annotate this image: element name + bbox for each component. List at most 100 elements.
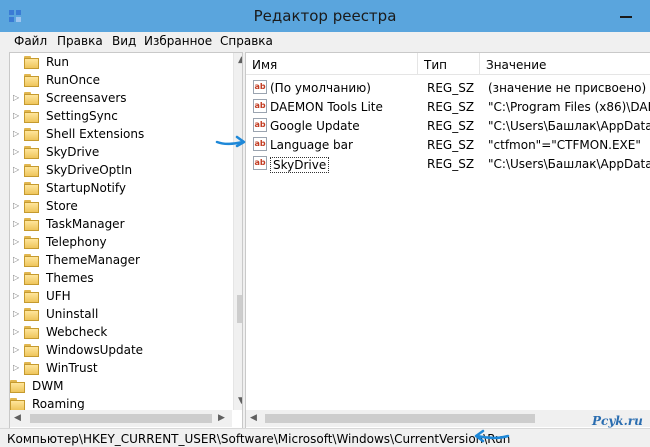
folder-icon (24, 325, 39, 339)
tree-item-label: UFH (46, 289, 71, 303)
minimize-button[interactable] (606, 3, 646, 25)
value-type: REG_SZ (427, 157, 475, 171)
folder-icon (24, 235, 39, 249)
folder-icon (24, 217, 39, 231)
tree-item[interactable]: ▷ SkyDrive (10, 143, 224, 161)
expand-arrow-icon[interactable]: ▷ (13, 272, 21, 284)
tree-item-label: DWM (32, 379, 64, 393)
tree-item[interactable]: ▷DWM (10, 377, 224, 395)
value-row[interactable]: ab (По умолчанию) REG_SZ (значение не присв… (246, 78, 650, 97)
expand-arrow-icon[interactable]: ▷ (13, 308, 21, 320)
values-hscroll-thumb[interactable] (265, 414, 535, 423)
tree-item-label: SkyDriveOptIn (46, 163, 133, 177)
string-value-icon: ab (253, 80, 267, 94)
string-value-icon: ab (253, 137, 267, 151)
column-header-type[interactable]: Тип (418, 53, 480, 75)
tree-item[interactable]: ▷ Webcheck (10, 323, 224, 341)
tree-item-label: Uninstall (46, 307, 99, 321)
expand-arrow-icon[interactable]: ▷ (13, 128, 21, 140)
site-watermark: Pcyk.ru (592, 414, 643, 428)
scroll-right-icon[interactable]: ▶ (218, 413, 225, 423)
value-row[interactable]: ab DAEMON Tools Lite REG_SZ "C:\Program Fil… (246, 97, 650, 116)
tree-item-label: ThemeManager (46, 253, 140, 267)
expand-arrow-icon[interactable]: ▷ (13, 344, 21, 356)
scroll-left-icon[interactable]: ◀ (250, 413, 257, 423)
expand-arrow-icon[interactable]: ▷ (13, 110, 21, 122)
tree-item[interactable]: Run (10, 53, 224, 71)
tree-item-label: WinTrust (46, 361, 98, 375)
folder-icon (10, 397, 25, 411)
expand-arrow-icon[interactable]: ▷ (13, 290, 21, 302)
tree-horizontal-scrollbar[interactable]: ◀ ▶ (10, 410, 232, 427)
tree-item[interactable]: ▷ Store (10, 197, 224, 215)
expand-arrow-icon[interactable]: ▷ (13, 164, 21, 176)
column-header-data[interactable]: Значение (480, 53, 650, 75)
tree-item-label: WindowsUpdate (46, 343, 144, 357)
tree-item[interactable]: ▷ Shell Extensions (10, 125, 224, 143)
tree-item[interactable]: ▷ SettingSync (10, 107, 224, 125)
tree-item[interactable]: ▷ ThemeManager (10, 251, 224, 269)
tree-scroll-thumb[interactable] (237, 295, 242, 323)
key-tree-pane[interactable]: Run RunOnce ▷ Screensavers ▷ SettingSync ▷ Shel… (9, 52, 243, 429)
tree-item-label: SettingSync (46, 109, 118, 123)
tree-item-label: StartupNotify (46, 181, 127, 195)
value-type: REG_SZ (427, 100, 475, 114)
scroll-down-icon[interactable]: ▼ (238, 396, 242, 406)
menu-view[interactable]: Вид (112, 34, 136, 48)
tree-vertical-scrollbar[interactable]: ▲ ▼ (233, 53, 242, 410)
tree-item[interactable]: ▷ TaskManager (10, 215, 224, 233)
tree-hscroll-thumb[interactable] (30, 414, 212, 423)
expand-arrow-icon[interactable]: ▷ (13, 362, 21, 374)
expand-arrow-icon[interactable]: ▷ (13, 254, 21, 266)
value-row[interactable]: ab Google Update REG_SZ "C:\Users\Башлак\Ap… (246, 116, 650, 135)
expand-arrow-icon[interactable]: ▷ (13, 200, 21, 212)
tree-item-label: Run (46, 55, 70, 69)
folder-icon (24, 91, 39, 105)
values-pane[interactable]: Имя Тип Значение ab (По умолчанию) REG_SZ(… (245, 52, 650, 429)
column-header-name[interactable]: Имя (246, 53, 418, 75)
value-name: Language bar (270, 138, 353, 152)
value-row[interactable]: abSkyDrive REG_SZ "C:\Users\Башлак\AppData… (246, 154, 650, 173)
value-data: "ctfmon"="CTFMON.EXE" (488, 138, 641, 152)
menu-bar: Файл Правка Вид Избранное Справка (0, 32, 650, 52)
folder-icon (24, 307, 39, 321)
values-horizontal-scrollbar[interactable]: ◀ (246, 410, 650, 427)
tree-item[interactable]: ▷ Screensavers (10, 89, 224, 107)
annotation-arrow-icon (215, 135, 246, 148)
value-row[interactable]: ab Language bar REG_SZ "ctfmon"="CTFMON.EXE… (246, 135, 650, 154)
expand-arrow-icon[interactable]: ▷ (13, 92, 21, 104)
tree-item[interactable]: ▷ UFH (10, 287, 224, 305)
window-title: Редактор реестра (253, 7, 397, 25)
tree-item[interactable]: RunOnce (10, 71, 224, 89)
value-name: (По умолчанию) (270, 81, 371, 95)
menu-favorites[interactable]: Избранное (144, 34, 212, 48)
title-bar: Редактор реестра (0, 0, 650, 32)
scroll-left-icon[interactable]: ◀ (14, 413, 21, 423)
folder-icon (24, 289, 39, 303)
scroll-up-icon[interactable]: ▲ (238, 55, 242, 65)
folder-icon (24, 271, 39, 285)
tree-item[interactable]: ▷ SkyDriveOptIn (10, 161, 224, 179)
value-name: SkyDrive (270, 157, 330, 173)
expand-arrow-icon[interactable]: ▷ (13, 326, 21, 338)
menu-file[interactable]: Файл (14, 34, 47, 48)
expand-arrow-icon[interactable]: ▷ (13, 236, 21, 248)
annotation-arrow-icon (474, 429, 510, 443)
menu-edit[interactable]: Правка (57, 34, 103, 48)
tree-item[interactable]: ▷ WindowsUpdate (10, 341, 224, 359)
menu-help[interactable]: Справка (220, 34, 273, 48)
tree-item[interactable]: ▷ Uninstall (10, 305, 224, 323)
string-value-icon: ab (253, 99, 267, 113)
string-value-icon: ab (253, 118, 267, 132)
folder-icon (24, 361, 39, 375)
tree-item[interactable]: ▷ Themes (10, 269, 224, 287)
folder-icon (24, 199, 39, 213)
tree-item[interactable]: StartupNotify (10, 179, 224, 197)
expand-arrow-icon[interactable]: ▷ (13, 146, 21, 158)
value-data: (значение не присвоено) (488, 81, 647, 95)
expand-arrow-icon[interactable]: ▷ (13, 218, 21, 230)
tree-item[interactable]: ▷ WinTrust (10, 359, 224, 377)
tree-item-label: SkyDrive (46, 145, 100, 159)
folder-icon (24, 163, 39, 177)
tree-item[interactable]: ▷ Telephony (10, 233, 224, 251)
